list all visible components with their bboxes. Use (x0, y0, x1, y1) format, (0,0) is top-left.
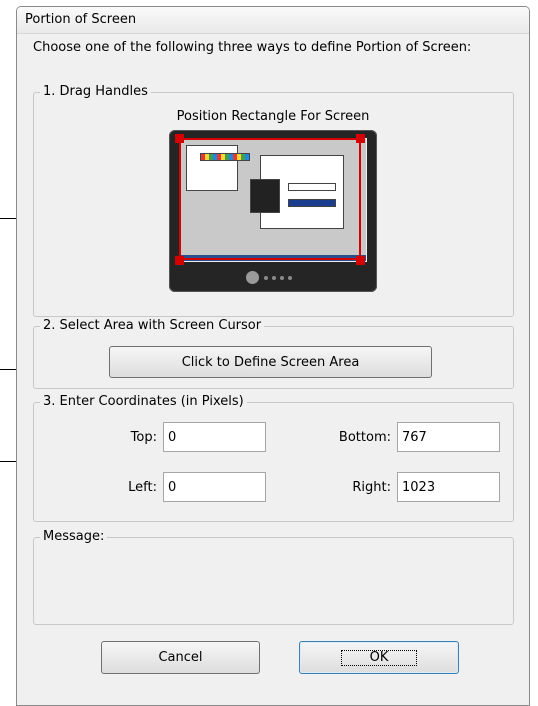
bottom-input[interactable] (397, 422, 500, 452)
monitor-caption: Position Rectangle For Screen (176, 109, 370, 124)
right-label: Right: (352, 480, 391, 495)
left-input[interactable] (163, 472, 266, 502)
monitor-preview[interactable] (169, 130, 377, 292)
portion-of-screen-dialog: Portion of Screen Choose one of the foll… (16, 6, 530, 706)
left-label: Left: (128, 480, 157, 495)
message-group: Message: (33, 529, 514, 625)
drag-handles-legend: 1. Drag Handles (40, 84, 151, 99)
handle-top-left[interactable] (175, 134, 184, 143)
bottom-label: Bottom: (338, 430, 391, 445)
monitor-indicator-dot (272, 276, 276, 280)
title-bar[interactable]: Portion of Screen (17, 7, 529, 34)
cancel-button[interactable]: Cancel (101, 641, 260, 674)
monitor-indicator-dot (264, 276, 268, 280)
monitor-indicator-dot (280, 276, 284, 280)
define-screen-area-button[interactable]: Click to Define Screen Area (109, 346, 432, 378)
top-input[interactable] (163, 422, 266, 452)
screen-area-rectangle[interactable] (179, 138, 361, 260)
ok-button[interactable]: OK (299, 641, 459, 674)
coordinates-group: 3. Enter Coordinates (in Pixels) (33, 394, 514, 522)
top-label: Top: (130, 430, 157, 445)
select-area-legend: 2. Select Area with Screen Cursor (40, 318, 265, 333)
monitor-power-knob (246, 271, 259, 284)
handle-bottom-left[interactable] (175, 256, 184, 265)
window-title: Portion of Screen (25, 12, 137, 27)
handle-bottom-right[interactable] (356, 256, 365, 265)
message-legend: Message: (40, 529, 108, 544)
intro-text: Choose one of the following three ways t… (33, 40, 472, 55)
monitor-indicator-dot (288, 276, 292, 280)
ok-button-label: OK (340, 649, 418, 666)
right-input[interactable] (397, 472, 500, 502)
coordinates-legend: 3. Enter Coordinates (in Pixels) (40, 394, 247, 409)
handle-top-right[interactable] (356, 134, 365, 143)
